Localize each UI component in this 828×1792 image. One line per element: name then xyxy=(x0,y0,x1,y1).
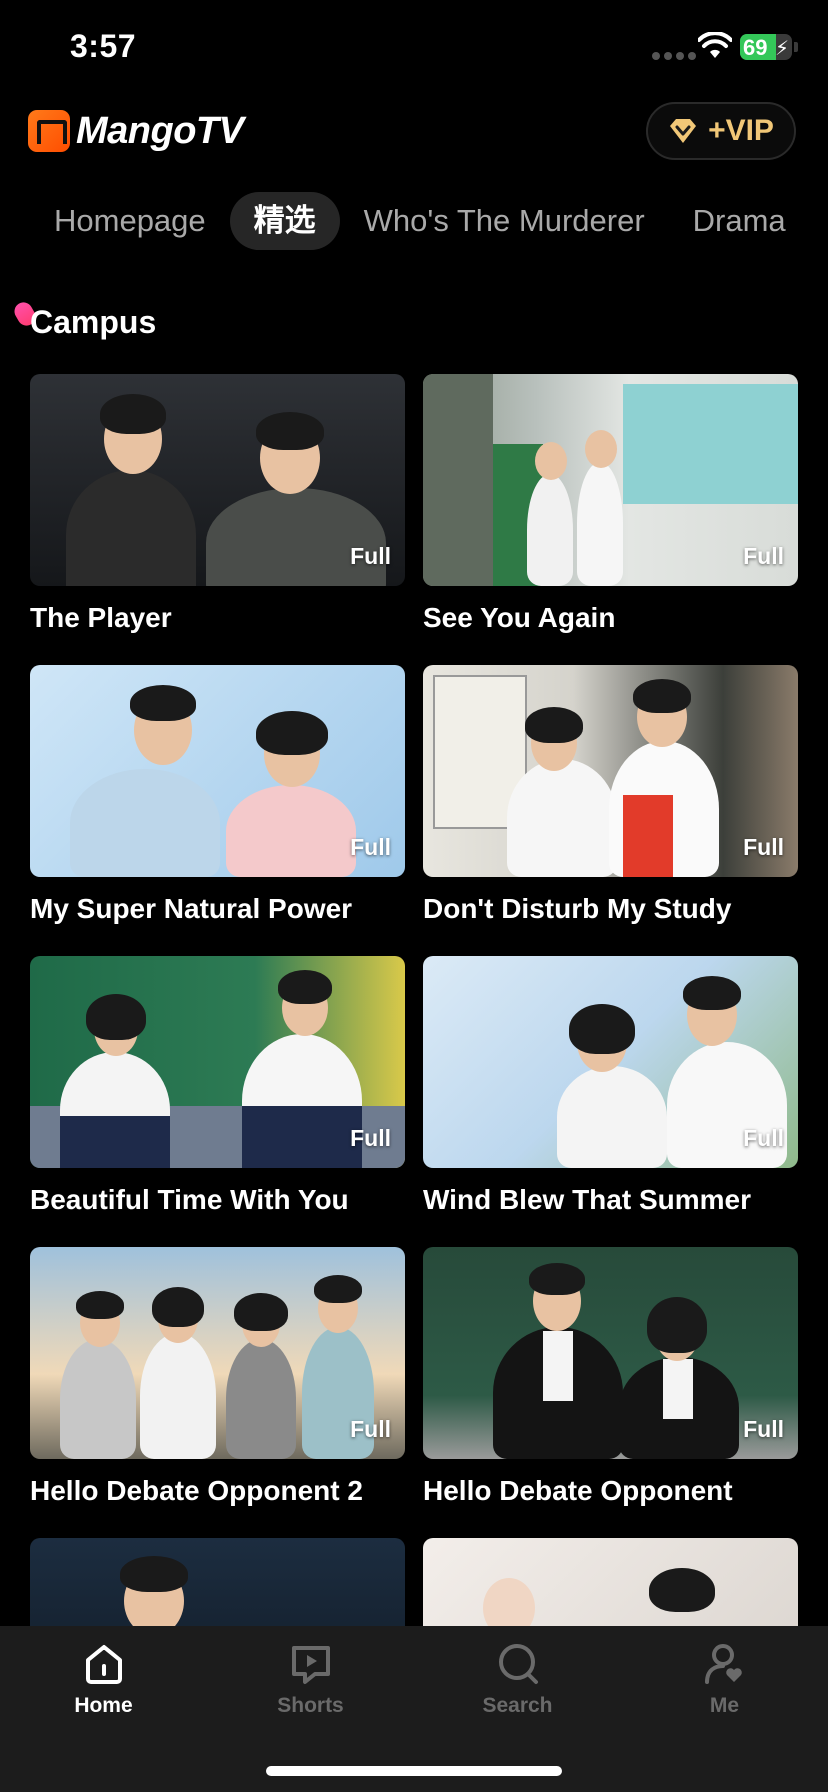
tab-featured[interactable]: 精选 xyxy=(229,192,340,250)
tab-whos-the-murderer[interactable]: Who's The Murderer xyxy=(340,192,669,250)
tab-homepage[interactable]: Homepage xyxy=(30,192,230,250)
show-card[interactable]: Full The Player xyxy=(30,374,405,633)
show-thumbnail[interactable]: Full xyxy=(30,956,405,1168)
full-badge: Full xyxy=(350,543,391,569)
show-card[interactable]: Full Wind Blew That Summer xyxy=(423,956,798,1215)
full-badge: Full xyxy=(350,1125,391,1151)
full-badge: Full xyxy=(350,834,391,860)
show-title[interactable]: Beautiful Time With You xyxy=(30,1184,349,1216)
show-title[interactable]: Don't Disturb My Study xyxy=(423,893,731,925)
show-thumbnail[interactable]: Full xyxy=(423,374,798,586)
show-title[interactable]: Hello Debate Opponent xyxy=(423,1475,733,1507)
shorts-icon xyxy=(291,1646,330,1684)
status-time: 3:57 xyxy=(70,28,137,64)
show-thumbnail[interactable]: Full xyxy=(423,956,798,1168)
nav-home-label: Home xyxy=(74,1694,133,1717)
cellular-signal-icon xyxy=(652,52,696,60)
show-title[interactable]: Wind Blew That Summer xyxy=(423,1184,751,1216)
show-card[interactable]: Full Beautiful Time With You xyxy=(30,956,405,1215)
full-badge: Full xyxy=(350,1416,391,1442)
full-badge: Full xyxy=(743,1125,784,1151)
vip-label: +VIP xyxy=(708,114,774,147)
full-badge: Full xyxy=(743,1416,784,1442)
show-title[interactable]: Hello Debate Opponent 2 xyxy=(30,1475,363,1507)
show-card[interactable]: Full Hello Debate Opponent 2 xyxy=(30,1247,405,1506)
vip-button[interactable]: +VIP xyxy=(646,102,796,160)
show-thumbnail[interactable]: Full xyxy=(423,665,798,877)
full-badge: Full xyxy=(743,834,784,860)
battery-icon: 69 ⚡ xyxy=(740,34,792,60)
show-thumbnail[interactable]: Full xyxy=(30,665,405,877)
profile-icon xyxy=(704,1644,742,1684)
nav-shorts[interactable]: Shorts xyxy=(207,1642,414,1742)
show-card[interactable]: Full My Super Natural Power xyxy=(30,665,405,924)
nav-search[interactable]: Search xyxy=(414,1642,621,1742)
status-bar: 3:57 69 ⚡ xyxy=(0,0,828,100)
diamond-icon xyxy=(670,119,697,143)
nav-search-label: Search xyxy=(482,1694,553,1717)
category-tabs: Homepage 精选 Who's The Murderer Drama C xyxy=(30,190,828,252)
show-thumbnail[interactable]: Full xyxy=(30,1247,405,1459)
show-title[interactable]: See You Again xyxy=(423,602,615,634)
wifi-icon xyxy=(698,32,732,58)
nav-me-label: Me xyxy=(709,1694,740,1717)
mangotv-logo[interactable]: MangoTV xyxy=(28,106,244,156)
show-title[interactable]: My Super Natural Power xyxy=(30,893,352,925)
show-card[interactable]: Full Don't Disturb My Study xyxy=(423,665,798,924)
show-title[interactable]: The Player xyxy=(30,602,172,634)
home-icon xyxy=(85,1645,122,1684)
battery-level: 69 xyxy=(743,35,768,60)
show-card[interactable]: Full See You Again xyxy=(423,374,798,633)
search-icon xyxy=(498,1644,538,1684)
show-thumbnail[interactable]: Full xyxy=(423,1247,798,1459)
section-title: Campus xyxy=(30,304,157,340)
home-indicator xyxy=(266,1766,562,1776)
nav-me[interactable]: Me xyxy=(621,1642,828,1742)
nav-home[interactable]: Home xyxy=(0,1642,207,1742)
full-badge: Full xyxy=(743,543,784,569)
logo-text: MangoTV xyxy=(76,109,244,152)
tab-more[interactable]: C xyxy=(810,192,828,250)
show-card[interactable]: Full Hello Debate Opponent xyxy=(423,1247,798,1506)
mango-logo-icon xyxy=(28,110,70,152)
nav-shorts-label: Shorts xyxy=(277,1694,344,1717)
show-thumbnail[interactable]: Full xyxy=(30,374,405,586)
tab-drama[interactable]: Drama xyxy=(669,192,810,250)
